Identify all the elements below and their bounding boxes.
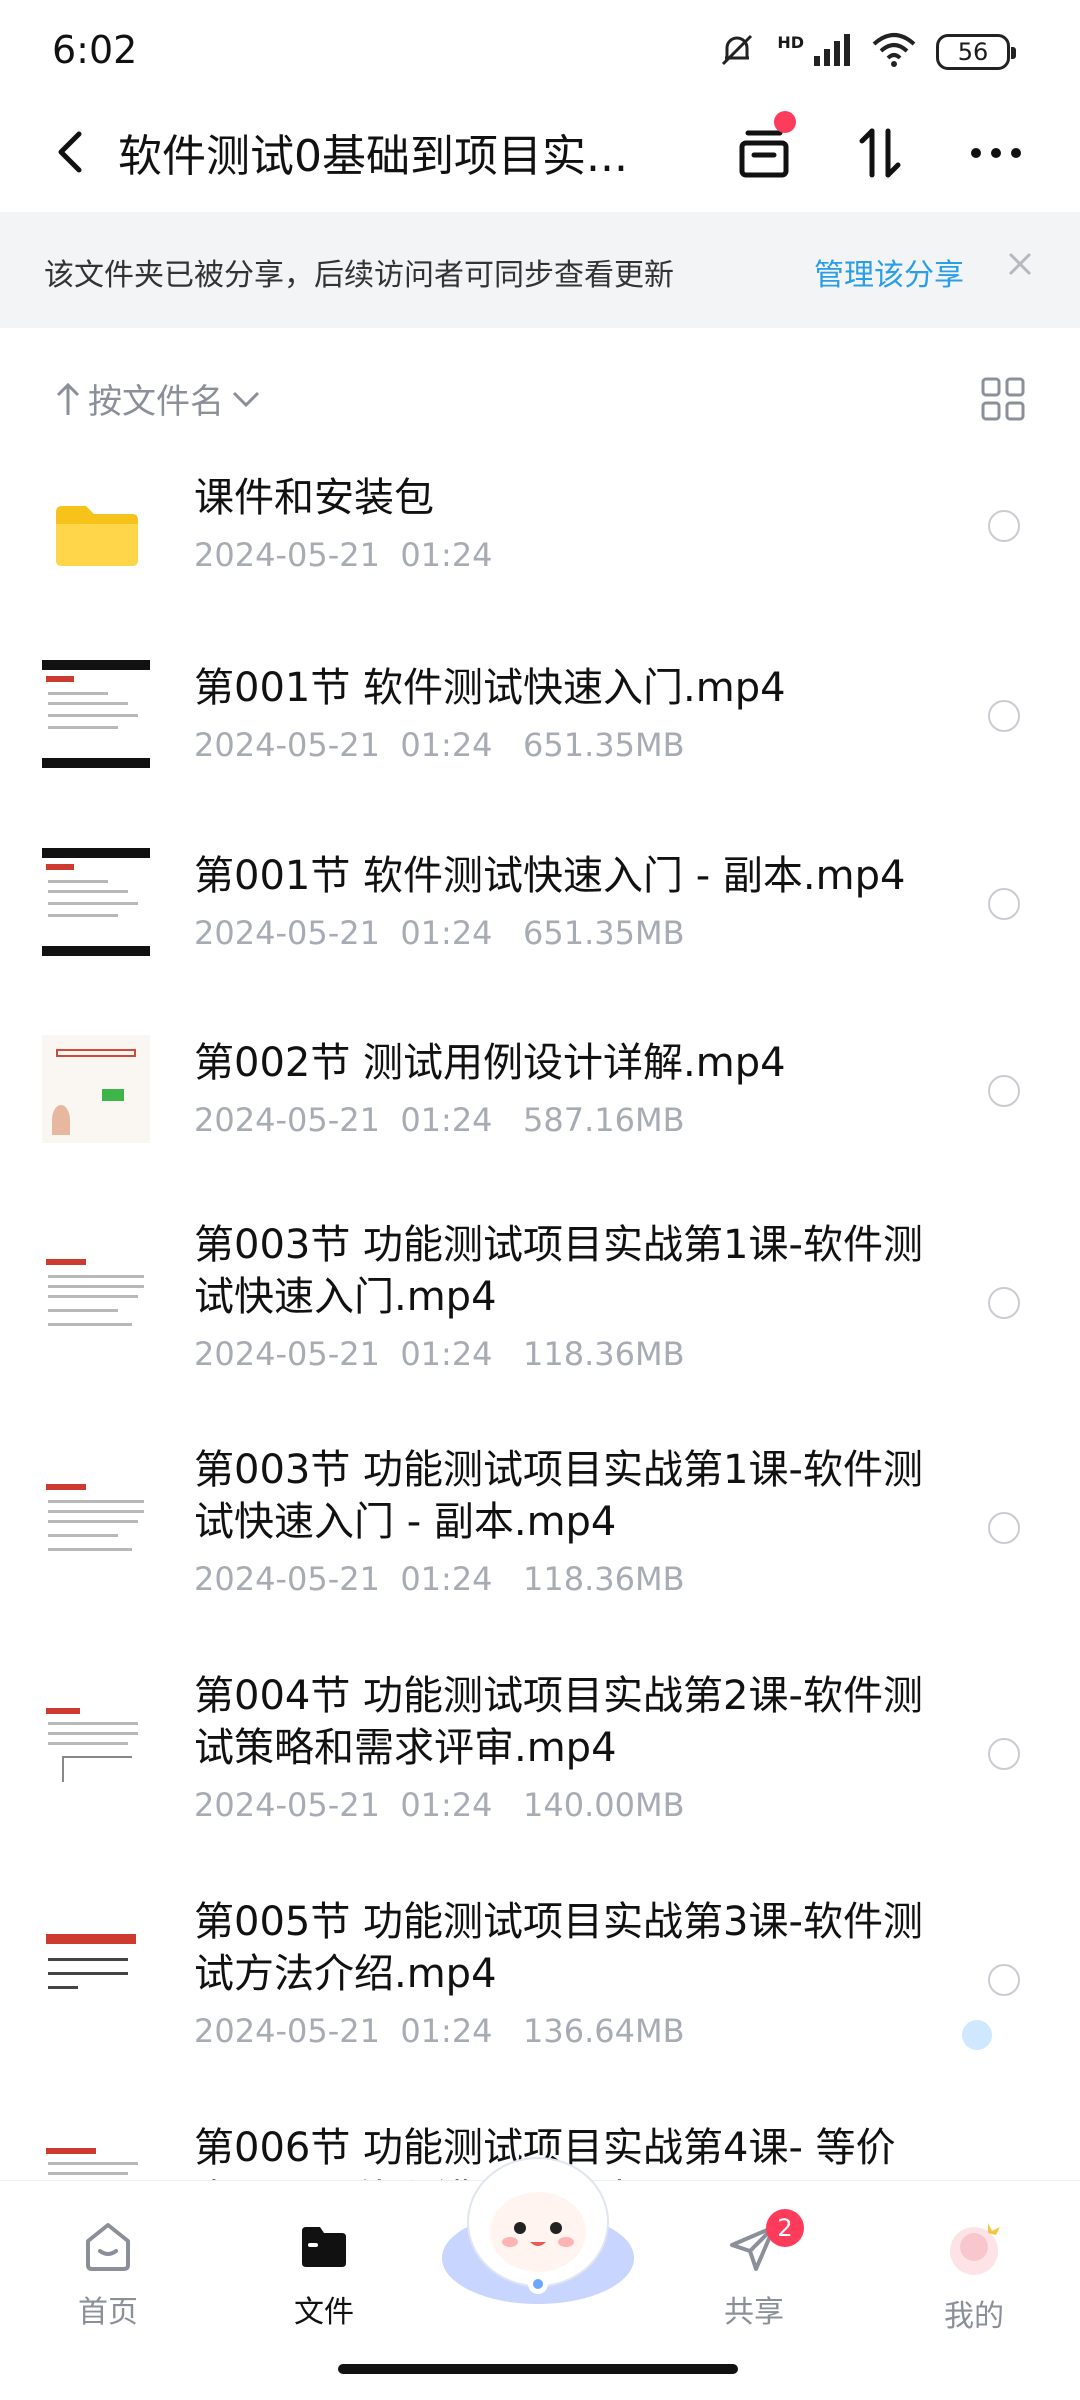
video-thumbnail <box>42 2148 150 2180</box>
file-meta: 2024-05-21 01:24 136.64MB <box>194 2012 685 2050</box>
file-list-item[interactable]: 第004节 功能测试项目实战第2课-软件测试策略和需求评审.mp4 2024-0… <box>0 1656 1080 1856</box>
sort-transfer-button[interactable] <box>842 115 918 191</box>
file-name: 第003节 功能测试项目实战第1课-软件测试快速入门 - 副本.mp4 <box>194 1447 923 1545</box>
file-list-item[interactable]: 第005节 功能测试项目实战第3课-软件测试方法介绍.mp4 2024-05-2… <box>0 1882 1080 2082</box>
file-name: 第003节 功能测试项目实战第1课-软件测试快速入门.mp4 <box>194 1222 923 1320</box>
share-banner: 该文件夹已被分享，后续访问者可同步查看更新 管理该分享 <box>0 212 1080 328</box>
select-radio[interactable] <box>988 1964 1020 1996</box>
arrow-up-icon <box>56 382 80 415</box>
file-meta: 2024-05-21 01:24 <box>194 536 493 574</box>
select-radio[interactable] <box>988 1075 1020 1107</box>
video-thumbnail <box>42 1922 150 2030</box>
file-meta: 2024-05-21 01:24 651.35MB <box>194 726 685 764</box>
file-list-item[interactable]: 第003节 功能测试项目实战第1课-软件测试快速入门.mp4 2024-05-2… <box>0 1205 1080 1405</box>
file-meta: 2024-05-21 01:24 587.16MB <box>194 1101 685 1139</box>
sort-row: 按文件名 <box>0 356 1080 436</box>
assistant-mascot[interactable] <box>438 2150 638 2310</box>
mute-bell-icon <box>717 30 757 74</box>
nav-files-label: 文件 <box>294 2295 354 2330</box>
wifi-icon <box>872 32 916 72</box>
folder-icon <box>42 480 150 588</box>
file-name: 第001节 软件测试快速入门 - 副本.mp4 <box>194 853 906 899</box>
nav-me-label: 我的 <box>944 2299 1004 2334</box>
video-thumbnail <box>42 1696 150 1804</box>
file-name: 第004节 功能测试项目实战第2课-软件测试策略和需求评审.mp4 <box>194 1673 923 1771</box>
file-name: 第005节 功能测试项目实战第3课-软件测试方法介绍.mp4 <box>194 1899 923 1997</box>
more-button[interactable] <box>958 115 1034 191</box>
share-banner-text: 该文件夹已被分享，后续访问者可同步查看更新 <box>44 258 674 293</box>
notification-dot <box>774 111 796 133</box>
status-time: 6:02 <box>52 28 138 72</box>
sort-by-name-button[interactable]: 按文件名 <box>54 374 262 423</box>
file-meta: 2024-05-21 01:24 118.36MB <box>194 1335 685 1373</box>
file-meta: 2024-05-21 01:24 118.36MB <box>194 1560 685 1598</box>
battery-indicator: 56 <box>936 34 1016 70</box>
sort-label: 按文件名 <box>88 382 224 422</box>
folder-icon <box>302 2227 346 2267</box>
signal-icon <box>812 32 852 72</box>
hd-label: HD <box>777 32 804 52</box>
file-meta: 2024-05-21 01:24 140.00MB <box>194 1786 685 1824</box>
status-icons: HD 56 <box>717 30 1016 74</box>
share-badge: 2 <box>766 2209 804 2247</box>
back-button[interactable] <box>40 122 100 182</box>
close-banner-button[interactable] <box>998 242 1042 286</box>
select-radio[interactable] <box>988 1512 1020 1544</box>
select-radio[interactable] <box>988 1738 1020 1770</box>
video-thumbnail <box>42 1245 150 1353</box>
file-list-item[interactable]: 第003节 功能测试项目实战第1课-软件测试快速入门 - 副本.mp4 2024… <box>0 1430 1080 1630</box>
video-thumbnail <box>42 1035 150 1143</box>
nav-home[interactable]: 首页 <box>38 2217 178 2331</box>
home-icon <box>86 2223 130 2271</box>
file-name: 第001节 软件测试快速入门.mp4 <box>194 665 786 711</box>
status-bar: 6:02 HD 56 <box>0 0 1080 100</box>
file-list-item[interactable]: 第002节 测试用例设计详解.mp4 2024-05-21 01:24 587.… <box>0 1015 1080 1165</box>
file-name: 第002节 测试用例设计详解.mp4 <box>194 1040 786 1086</box>
select-radio[interactable] <box>988 888 1020 920</box>
select-radio[interactable] <box>988 510 1020 542</box>
nav-home-label: 首页 <box>78 2295 138 2330</box>
file-list-item[interactable]: 课件和安装包 2024-05-21 01:24 <box>0 450 1080 600</box>
select-radio[interactable] <box>988 1287 1020 1319</box>
file-meta: 2024-05-21 01:24 651.35MB <box>194 914 685 952</box>
nav-share-label: 共享 <box>724 2295 784 2330</box>
file-list-item[interactable]: 第001节 软件测试快速入门 - 副本.mp4 2024-05-21 01:24… <box>0 828 1080 978</box>
file-name: 课件和安装包 <box>194 475 434 521</box>
video-thumbnail <box>42 660 150 768</box>
avatar <box>950 2223 1000 2275</box>
grid-view-button[interactable] <box>980 376 1026 422</box>
header: 软件测试0基础到项目实... <box>0 100 1080 210</box>
scroll-hint-dot <box>962 2020 992 2050</box>
file-list-item[interactable]: 第001节 软件测试快速入门.mp4 2024-05-21 01:24 651.… <box>0 640 1080 790</box>
nav-share[interactable]: 2 共享 <box>684 2209 824 2331</box>
manage-share-link[interactable]: 管理该分享 <box>814 250 964 294</box>
video-thumbnail <box>42 848 150 956</box>
archive-button[interactable] <box>726 111 802 191</box>
select-radio[interactable] <box>988 700 1020 732</box>
video-thumbnail <box>42 1470 150 1578</box>
nav-files[interactable]: 文件 <box>254 2217 394 2331</box>
page-title: 软件测试0基础到项目实... <box>118 131 628 182</box>
chevron-down-icon <box>232 391 260 407</box>
home-indicator <box>338 2364 738 2374</box>
nav-me[interactable]: 我的 <box>904 2217 1044 2335</box>
